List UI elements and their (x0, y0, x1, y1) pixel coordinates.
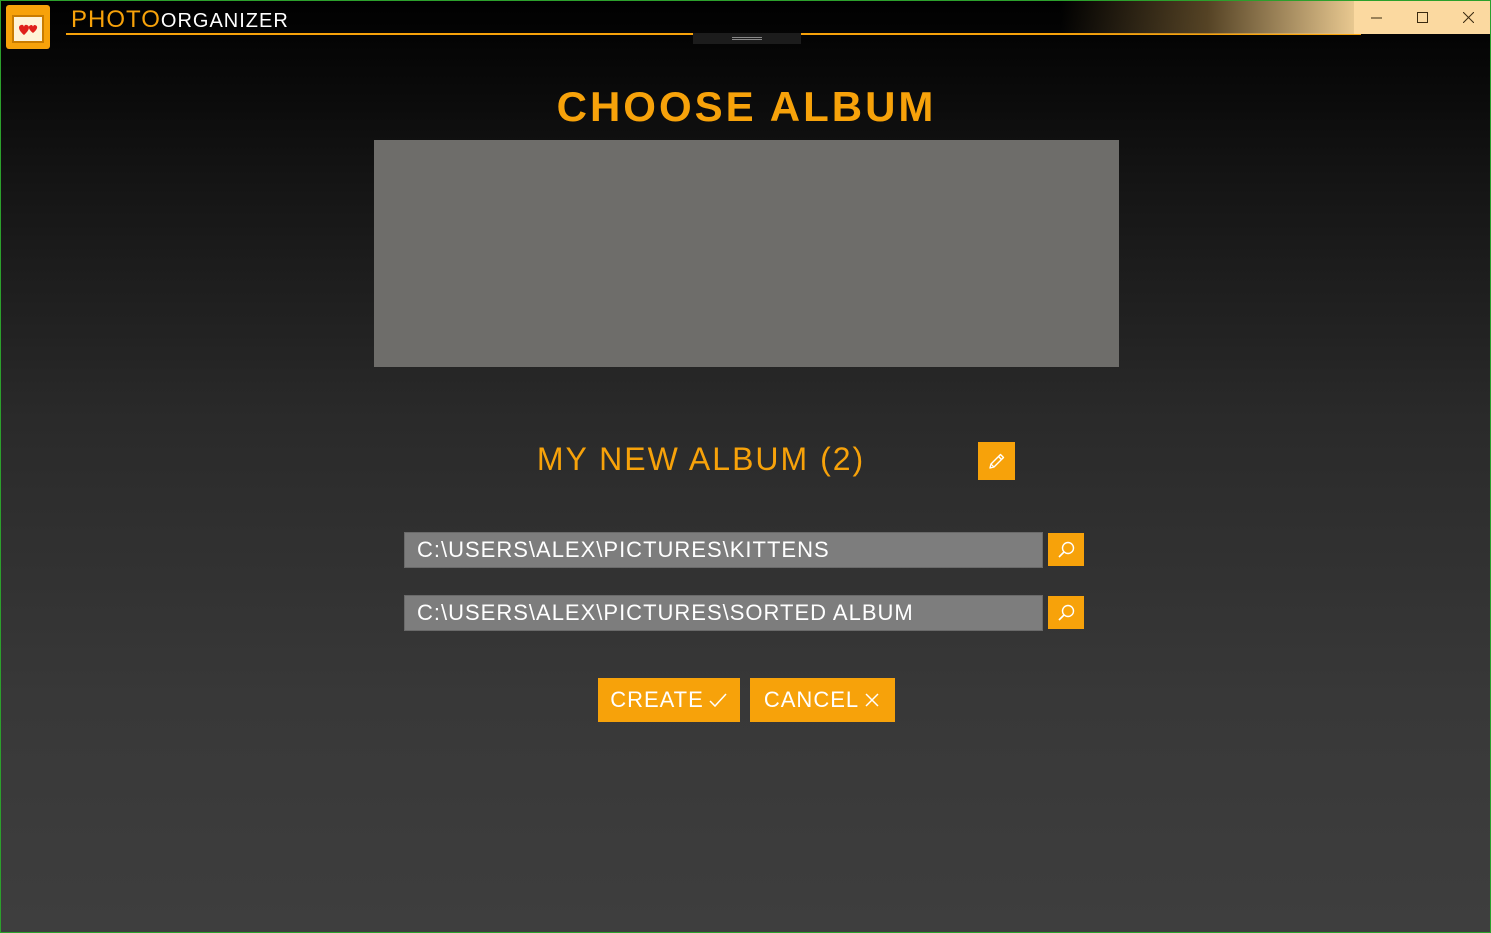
app-window: PHOTOORGANIZER CHOOSE ALBUM MY NEW ALBUM… (0, 0, 1491, 933)
check-icon (709, 693, 727, 708)
search-icon (1058, 541, 1075, 558)
photo-hearts-icon (12, 15, 44, 43)
maximize-button[interactable] (1400, 1, 1446, 34)
drag-handle[interactable] (693, 33, 801, 44)
minimize-button[interactable] (1354, 1, 1400, 34)
album-name: MY NEW ALBUM (2) (536, 441, 866, 477)
browse-source-button[interactable] (1048, 533, 1084, 566)
pencil-icon (988, 453, 1004, 469)
title-bar-gradient (1061, 1, 1354, 34)
create-button[interactable]: CREATE (598, 678, 740, 722)
app-title-organizer: ORGANIZER (160, 10, 289, 32)
close-icon (1462, 12, 1474, 23)
grip-line (732, 39, 762, 40)
create-button-label: CREATE (610, 687, 704, 712)
close-icon (865, 693, 879, 707)
edit-album-name-button[interactable] (978, 442, 1015, 480)
destination-folder-field[interactable]: C:\USERS\ALEX\PICTURES\SORTED ALBUM (404, 595, 1043, 631)
search-icon (1058, 604, 1075, 621)
page-title: CHOOSE ALBUM (556, 83, 937, 130)
album-preview (374, 140, 1119, 367)
grip-line (732, 37, 762, 38)
app-logo (6, 5, 50, 49)
minimize-icon (1371, 17, 1383, 19)
app-title: PHOTOORGANIZER (71, 7, 289, 34)
browse-destination-button[interactable] (1048, 596, 1084, 629)
window-controls (1354, 1, 1490, 34)
source-folder-field[interactable]: C:\USERS\ALEX\PICTURES\KITTENS (404, 532, 1043, 568)
close-window-button[interactable] (1445, 1, 1490, 34)
maximize-icon (1417, 12, 1428, 23)
cancel-button[interactable]: CANCEL (750, 678, 895, 722)
app-title-photo: PHOTO (71, 6, 161, 33)
cancel-button-label: CANCEL (763, 687, 860, 712)
